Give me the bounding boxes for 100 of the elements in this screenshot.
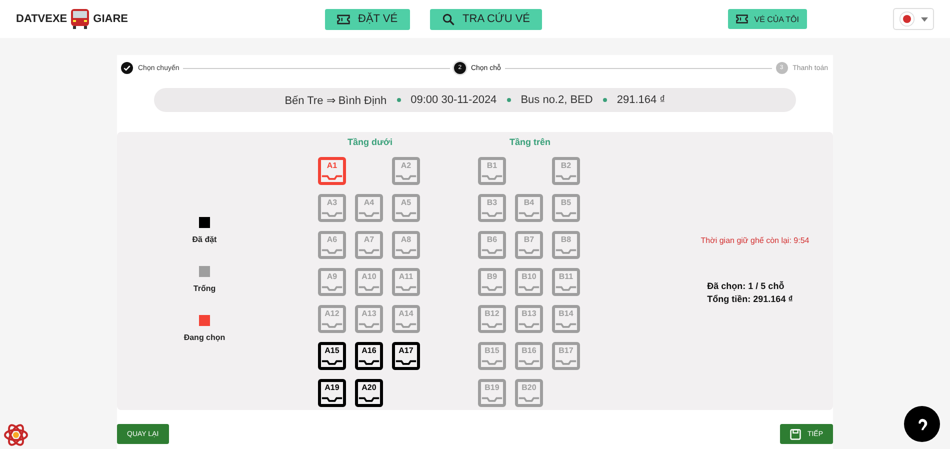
seat-cushion-icon (518, 286, 540, 292)
seat-cushion-icon (395, 360, 417, 366)
separator-dot (396, 98, 401, 102)
seat-button[interactable]: A13 (355, 305, 383, 333)
seat-cushion-icon (395, 323, 417, 329)
trip-detail: Bến Tre ⇒ Bình Định (284, 94, 387, 106)
seat-cushion-icon (358, 323, 380, 329)
seat-cushion-icon (481, 323, 503, 329)
seat-button[interactable]: B16 (515, 342, 543, 370)
bus-icon (69, 8, 92, 30)
seat-cushion-icon (481, 212, 503, 218)
nav-button[interactable]: TRA CỨU VÉ (430, 8, 542, 30)
seat-button[interactable]: B13 (515, 305, 543, 333)
seat-cushion-icon (358, 360, 380, 366)
nav-button[interactable]: ĐẶT VÉ (325, 8, 410, 30)
seat-button[interactable]: A16 (355, 342, 383, 370)
seat-button[interactable]: A6 (318, 231, 346, 259)
seat-button[interactable]: A17 (392, 342, 420, 370)
seat-cushion-icon (518, 323, 540, 329)
seat-button[interactable]: A15 (318, 342, 346, 370)
seat-cushion-icon (481, 397, 503, 403)
seat-button[interactable]: B3 (478, 194, 506, 222)
seat-button[interactable]: B5 (552, 194, 580, 222)
seat-button[interactable]: B1 (478, 157, 506, 185)
seat-button[interactable]: A1 (318, 157, 346, 185)
seat-button[interactable]: A9 (318, 268, 346, 296)
seat-button[interactable]: B2 (552, 157, 580, 185)
seat-cushion-icon (321, 360, 343, 366)
seat-cushion-icon (555, 212, 577, 218)
language-select[interactable] (893, 8, 934, 30)
selected-count: Đã chọn: 1 / 5 chỗ (707, 281, 786, 291)
seat-cushion-icon (358, 397, 380, 403)
hold-timer: Thời gian giữ ghế còn lại: 9:54 (700, 236, 810, 245)
seat-cushion-icon (395, 175, 417, 181)
seat-cushion-icon (358, 212, 380, 218)
separator-dot (602, 98, 607, 102)
seat-button[interactable]: A8 (392, 231, 420, 259)
legend-label: Đang chọn (184, 332, 226, 342)
seat-cushion-icon (321, 249, 343, 255)
seat-button[interactable]: B8 (552, 231, 580, 259)
seat-cushion-icon (555, 249, 577, 255)
trip-detail: 291.164 ₫ (616, 94, 666, 106)
seat-button[interactable]: A2 (392, 157, 420, 185)
seat-cushion-icon (321, 397, 343, 403)
seat-cushion-icon (555, 360, 577, 366)
seat-button[interactable]: A20 (355, 379, 383, 407)
seat-button[interactable]: A5 (392, 194, 420, 222)
logo-text: GIARE (93, 13, 128, 25)
help-button[interactable] (904, 406, 940, 442)
trip-detail: 09:00 30-11-2024 (410, 94, 497, 106)
logo-text: DATVEXE (16, 13, 68, 25)
seat-button[interactable]: A12 (318, 305, 346, 333)
seat-button[interactable]: B17 (552, 342, 580, 370)
my-tickets-button[interactable]: VÉ CỦA TÔI (728, 9, 807, 29)
seat-cushion-icon (555, 323, 577, 329)
seat-button[interactable]: A7 (355, 231, 383, 259)
seat-button[interactable]: A3 (318, 194, 346, 222)
seat-cushion-icon (555, 286, 577, 292)
legend-label: Trống (193, 284, 216, 292)
seat-button[interactable]: B15 (478, 342, 506, 370)
seat-button[interactable]: B14 (552, 305, 580, 333)
seat-cushion-icon (321, 212, 343, 218)
seat-button[interactable]: A19 (318, 379, 346, 407)
seat-cushion-icon (555, 175, 577, 181)
caret-icon (921, 16, 928, 22)
seat-button[interactable]: B10 (515, 268, 543, 296)
seat-button[interactable]: A11 (392, 268, 420, 296)
seat-cushion-icon (321, 286, 343, 292)
seat-cushion-icon (481, 286, 503, 292)
legend-label: Đã đặt (192, 234, 217, 244)
seat-button[interactable]: B20 (515, 379, 543, 407)
help-icon (916, 418, 928, 430)
seat-button[interactable]: A10 (355, 268, 383, 296)
seat-button[interactable]: B19 (478, 379, 506, 407)
save-icon (790, 428, 802, 440)
seat-button[interactable]: B11 (552, 268, 580, 296)
seat-button[interactable]: B4 (515, 194, 543, 222)
seat-cushion-icon (358, 286, 380, 292)
seat-button[interactable]: B7 (515, 231, 543, 259)
seat-cushion-icon (518, 360, 540, 366)
seat-cushion-icon (395, 212, 417, 218)
ticket-icon (736, 13, 748, 25)
seat-button[interactable]: A14 (392, 305, 420, 333)
flag-icon (899, 11, 915, 27)
separator-dot (506, 98, 511, 102)
seat-button[interactable]: B6 (478, 231, 506, 259)
ticket-icon (337, 12, 350, 26)
seat-cushion-icon (395, 249, 417, 255)
seat-button[interactable]: B9 (478, 268, 506, 296)
total-price: Tổng tiền: 291.164 ₫ (707, 294, 793, 304)
seat-cushion-icon (481, 360, 503, 366)
seat-cushion-icon (321, 175, 343, 181)
seat-cushion-icon (518, 249, 540, 255)
seat-cushion-icon (481, 175, 503, 181)
seat-cushion-icon (518, 397, 540, 403)
seat-button[interactable]: A4 (355, 194, 383, 222)
trip-detail: Bus no.2, BED (520, 94, 593, 106)
seat-cushion-icon (395, 286, 417, 292)
seat-cushion-icon (518, 212, 540, 218)
seat-button[interactable]: B12 (478, 305, 506, 333)
